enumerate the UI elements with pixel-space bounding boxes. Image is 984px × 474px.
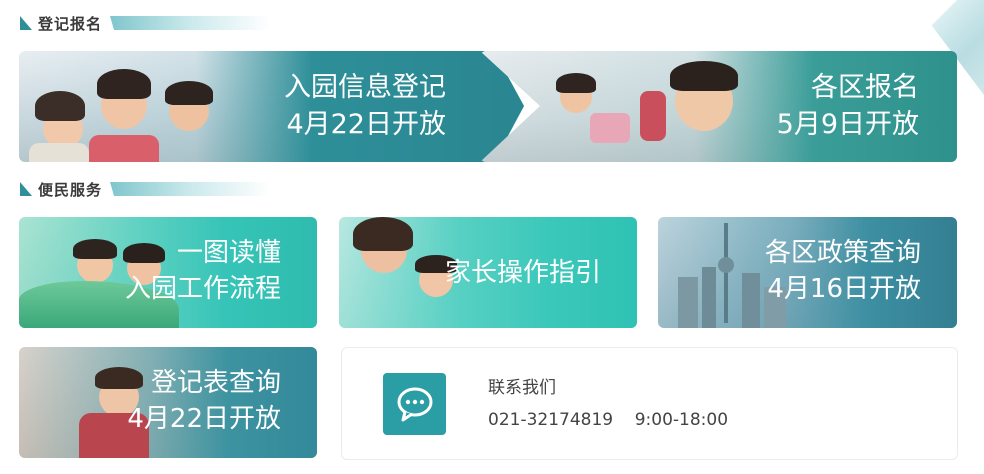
tile-title: 一图读懂 — [176, 238, 281, 268]
banner-info-registration[interactable]: 入园信息登记 4月22日开放 — [19, 51, 524, 162]
banner-text: 各区报名 5月9日开放 — [777, 69, 919, 143]
section-header-services: 便民服务 — [20, 179, 271, 199]
section-header-registration: 登记报名 — [20, 13, 271, 33]
tile-district-policy[interactable]: 各区政策查询 4月16日开放 — [658, 217, 957, 328]
banner-title: 入园信息登记 — [284, 72, 446, 103]
section-marker-icon — [20, 16, 32, 30]
tile-text: 一图读懂 入园工作流程 — [125, 235, 281, 307]
banner-date: 5月9日开放 — [776, 109, 919, 140]
tile-text: 家长操作指引 — [445, 255, 601, 291]
tile-title: 家长操作指引 — [444, 258, 601, 288]
kids-photo — [19, 51, 524, 162]
banner-date: 4月22日开放 — [286, 109, 446, 140]
section-decor-bar — [110, 182, 271, 196]
banner-district-signup[interactable]: 各区报名 5月9日开放 — [480, 51, 957, 162]
contact-info: 021-32174819 9:00-18:00 — [488, 410, 728, 430]
tile-form-query[interactable]: 登记表查询 4月22日开放 — [19, 347, 317, 458]
contact-card: 联系我们 021-32174819 9:00-18:00 — [341, 347, 958, 460]
tile-text: 各区政策查询 4月16日开放 — [765, 235, 921, 307]
tile-text: 登记表查询 4月22日开放 — [127, 365, 281, 437]
chat-bubble-icon[interactable] — [383, 373, 446, 435]
section-decor-bar — [110, 16, 271, 30]
tile-title: 各区政策查询 — [764, 238, 921, 268]
contact-title: 联系我们 — [488, 378, 556, 398]
contact-phone[interactable]: 021-32174819 — [488, 410, 613, 430]
section-title: 登记报名 — [38, 14, 103, 33]
section-marker-icon — [20, 182, 32, 196]
tile-date: 4月22日开放 — [127, 404, 281, 434]
banner-text: 入园信息登记 4月22日开放 — [284, 69, 446, 143]
tile-parent-guide[interactable]: 家长操作指引 — [339, 217, 637, 328]
tile-title: 登记表查询 — [150, 368, 281, 398]
banner-title: 各区报名 — [811, 72, 919, 103]
tile-subtitle: 入园工作流程 — [124, 274, 281, 304]
section-title: 便民服务 — [38, 180, 103, 199]
tile-process-infographic[interactable]: 一图读懂 入园工作流程 — [19, 217, 317, 328]
contact-hours: 9:00-18:00 — [634, 410, 729, 430]
tile-date: 4月16日开放 — [767, 274, 921, 304]
